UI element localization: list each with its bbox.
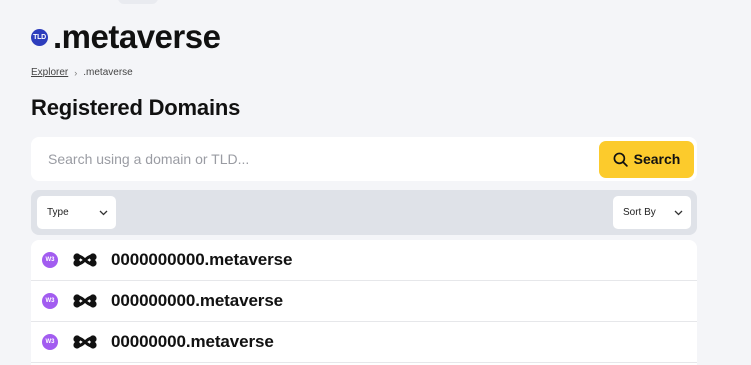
page-title: .metaverse	[53, 18, 221, 55]
page: TLD .metaverse Explorer › .metaverse Reg…	[0, 0, 751, 365]
results-list: W3 0000000000.metaverse W3 000000000.met…	[31, 240, 697, 365]
search-button-label: Search	[633, 151, 681, 167]
tld-badge: TLD	[31, 29, 48, 46]
decorative-blob	[118, 0, 158, 4]
sort-select-label: Sort By	[623, 207, 656, 218]
list-item[interactable]: W3 000000000.metaverse	[31, 281, 697, 322]
list-item[interactable]: W3 0000000000.metaverse	[31, 240, 697, 281]
chevron-down-icon	[674, 210, 683, 215]
chain-logo-icon	[73, 294, 97, 308]
search-bar: Search	[31, 137, 697, 181]
chain-logo-icon	[73, 253, 97, 267]
search-input[interactable]	[31, 137, 599, 181]
domain-name[interactable]: 00000000.metaverse	[111, 332, 274, 352]
chevron-right-icon: ›	[74, 67, 78, 78]
search-icon	[613, 152, 628, 167]
sort-select[interactable]: Sort By	[613, 196, 691, 229]
domain-name[interactable]: 000000000.metaverse	[111, 291, 283, 311]
chain-logo-icon	[73, 335, 97, 349]
type-select-label: Type	[47, 207, 69, 218]
filter-bar: Type Sort By	[31, 190, 697, 235]
type-select[interactable]: Type	[37, 196, 116, 229]
breadcrumb: Explorer › .metaverse	[31, 67, 133, 78]
breadcrumb-current: .metaverse	[83, 67, 133, 78]
w3-badge: W3	[42, 293, 58, 309]
page-header: TLD .metaverse	[31, 18, 221, 56]
chevron-down-icon	[99, 210, 108, 215]
list-item[interactable]: W3 00000000.metaverse	[31, 322, 697, 363]
domain-name[interactable]: 0000000000.metaverse	[111, 250, 292, 270]
search-button[interactable]: Search	[599, 140, 694, 178]
breadcrumb-explorer-link[interactable]: Explorer	[31, 67, 68, 78]
w3-badge: W3	[42, 334, 58, 350]
section-title: Registered Domains	[31, 95, 241, 120]
w3-badge: W3	[42, 252, 58, 268]
